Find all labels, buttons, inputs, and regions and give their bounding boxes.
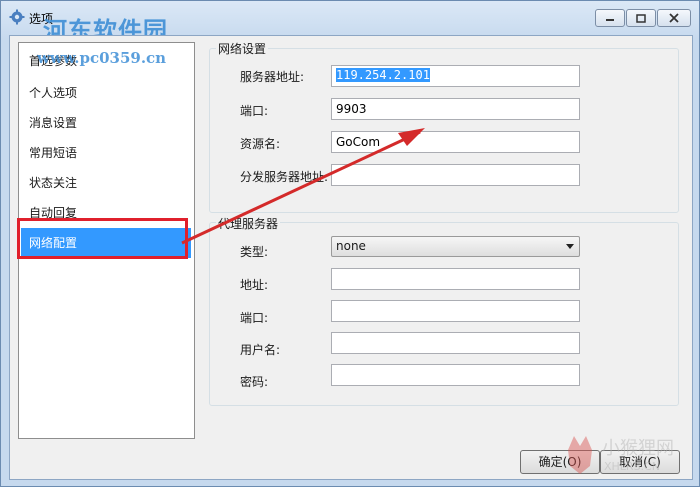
server-address-label: 服务器地址: — [240, 70, 305, 84]
resource-name-input[interactable] — [331, 131, 580, 153]
nav-item-status-follow[interactable]: 状态关注 — [21, 169, 191, 197]
watermark-url: www.pc0359.cn — [37, 49, 167, 67]
proxy-address-label: 地址: — [240, 278, 269, 292]
cancel-button[interactable]: 取消(C) — [600, 450, 680, 474]
port-label: 端口: — [240, 104, 269, 118]
proxy-type-label: 类型: — [240, 245, 269, 259]
minimize-icon — [606, 19, 614, 21]
dropdown-arrow-icon — [566, 244, 574, 249]
close-icon — [669, 13, 679, 23]
distribution-server-input[interactable] — [331, 164, 580, 186]
title-bar[interactable]: 选项 河东软件园 — [1, 1, 699, 45]
proxy-username-label: 用户名: — [240, 343, 281, 357]
minimize-button[interactable] — [595, 9, 625, 27]
resource-name-label: 资源名: — [240, 137, 281, 151]
proxy-password-input[interactable] — [331, 364, 580, 386]
proxy-port-label: 端口: — [240, 311, 269, 325]
distribution-server-label: 分发服务器地址: — [240, 170, 329, 184]
maximize-icon — [636, 13, 646, 23]
server-address-value: 119.254.2.101 — [336, 68, 430, 82]
selection-highlight-box — [17, 218, 188, 259]
nav-item-common-phrases[interactable]: 常用短语 — [21, 139, 191, 167]
proxy-password-label: 密码: — [240, 375, 269, 389]
proxy-server-title: 代理服务器 — [216, 215, 281, 232]
proxy-type-value: none — [336, 239, 366, 253]
network-settings-title: 网络设置 — [216, 40, 269, 57]
server-address-input[interactable]: 119.254.2.101 — [331, 65, 580, 87]
nav-item-message-settings[interactable]: 消息设置 — [21, 109, 191, 137]
maximize-button[interactable] — [626, 9, 656, 27]
ok-button[interactable]: 确定(O) — [520, 450, 600, 474]
proxy-type-select[interactable]: none — [331, 236, 580, 257]
close-button[interactable] — [657, 9, 691, 27]
proxy-address-input[interactable] — [331, 268, 580, 290]
proxy-username-input[interactable] — [331, 332, 580, 354]
port-input[interactable] — [331, 98, 580, 120]
options-window: 选项 河东软件园 首选参数 个人选项 消息设置 常用短语 状态关注 自动回复 网… — [0, 0, 700, 487]
nav-item-personal-options[interactable]: 个人选项 — [21, 79, 191, 107]
app-gear-icon — [9, 9, 25, 25]
proxy-port-input[interactable] — [331, 300, 580, 322]
